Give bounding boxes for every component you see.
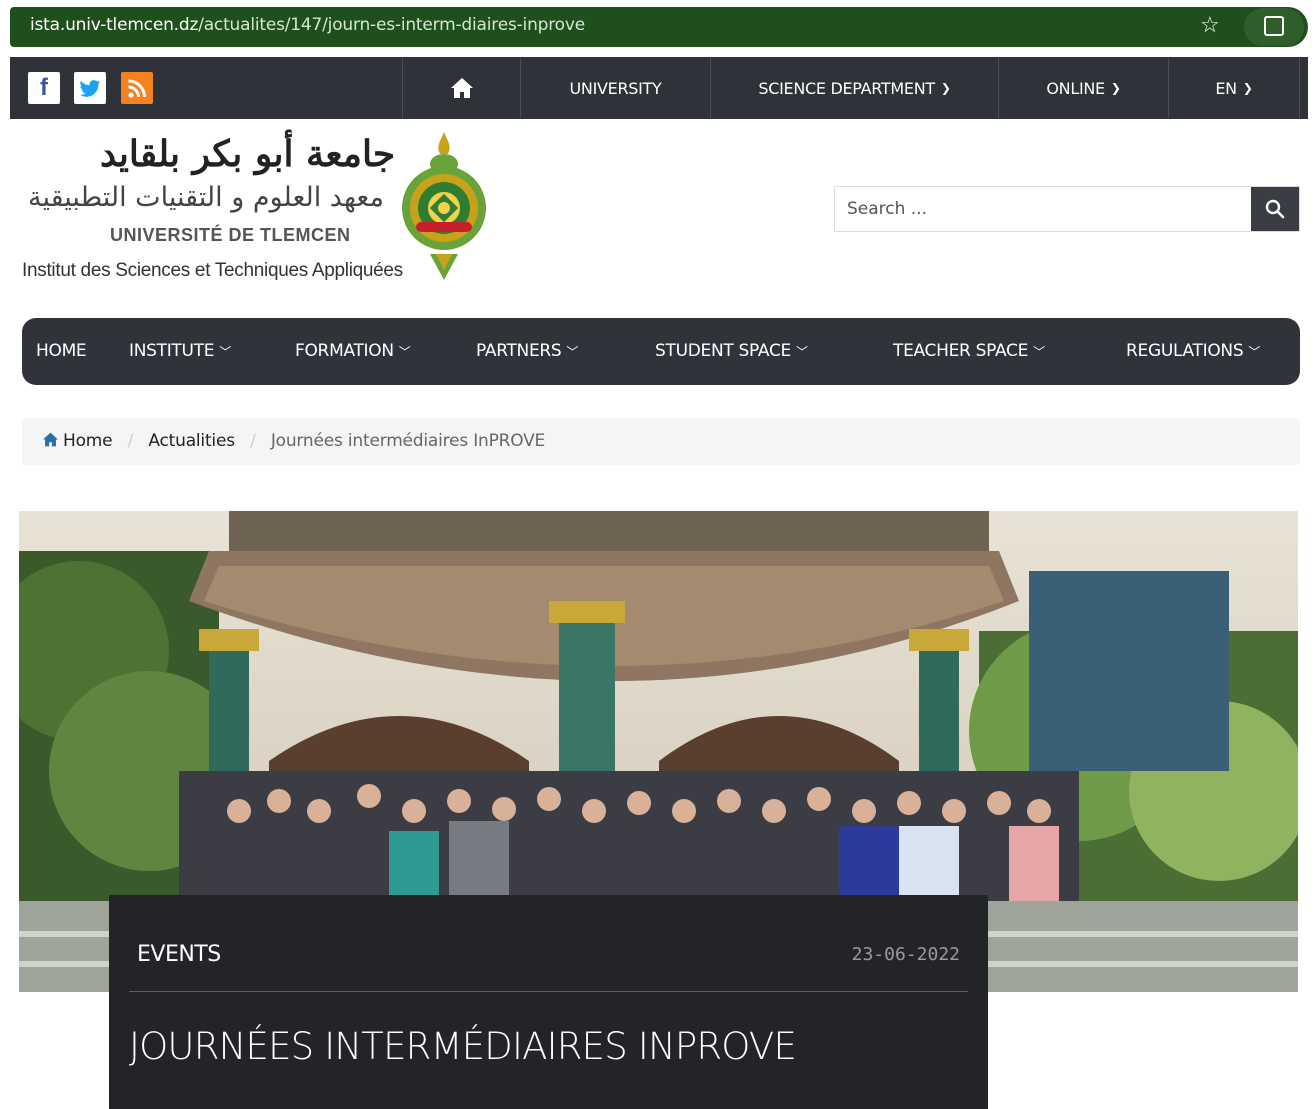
breadcrumb-section[interactable]: Actualities <box>148 431 235 451</box>
browser-address-bar: ista.univ-tlemcen.dz/actualites/147/jour… <box>0 0 1316 50</box>
nav-item-regulations[interactable]: REGULATIONS ﹀ <box>1126 318 1260 385</box>
top-nav-label: ONLINE <box>1046 78 1105 98</box>
home-icon <box>43 432 58 447</box>
top-nav-language[interactable]: EN ❯ <box>1168 57 1300 119</box>
nav-item-partners[interactable]: PARTNERS ﹀ <box>476 318 578 385</box>
search-input[interactable] <box>835 187 1251 231</box>
divider <box>129 991 968 992</box>
search-icon <box>1265 199 1285 219</box>
article-date: 23-06-2022 <box>851 944 960 965</box>
nav-item-formation[interactable]: FORMATION ﹀ <box>295 318 411 385</box>
twitter-icon[interactable] <box>74 72 106 104</box>
chevron-down-icon: ﹀ <box>398 345 411 359</box>
extensions-button[interactable] <box>1244 8 1304 46</box>
home-icon <box>450 78 473 98</box>
nav-item-label: HOME <box>36 341 87 361</box>
article-header-card: EVENTS 23-06-2022 JOURNÉES INTERMÉDIAIRE… <box>109 895 988 1109</box>
article-category[interactable]: EVENTS <box>137 942 221 967</box>
logo-arabic-title: جامعة أبو بكر بلقايد <box>100 133 396 175</box>
top-nav-label: EN <box>1215 78 1237 98</box>
article-title: JOURNÉES INTERMÉDIAIRES INPROVE <box>129 1025 797 1068</box>
chevron-down-icon: ﹀ <box>219 345 231 359</box>
top-nav-science-department[interactable]: SCIENCE DEPARTMENT ❯ <box>710 57 998 119</box>
nav-item-institute[interactable]: INSTITUTE ﹀ <box>129 318 231 385</box>
chevron-down-icon: ﹀ <box>566 345 579 359</box>
nav-item-label: TEACHER SPACE <box>893 341 1029 361</box>
logo-institute-name: Institut des Sciences et Techniques Appl… <box>22 260 403 281</box>
breadcrumb-separator: / <box>250 431 256 451</box>
search-button[interactable] <box>1251 187 1299 231</box>
top-nav-online[interactable]: ONLINE ❯ <box>998 57 1168 119</box>
top-nav-university[interactable]: UNIVERSITY <box>520 57 710 119</box>
facebook-icon[interactable]: f <box>28 72 60 104</box>
nav-item-label: STUDENT SPACE <box>655 341 791 361</box>
search-form <box>834 186 1300 232</box>
chevron-down-icon: ﹀ <box>1248 345 1261 359</box>
nav-item-home[interactable]: HOME <box>36 318 87 385</box>
rss-icon[interactable] <box>121 72 153 104</box>
nav-item-student-space[interactable]: STUDENT SPACE ﹀ <box>655 318 808 385</box>
university-emblem-icon <box>402 132 486 280</box>
extensions-puzzle-icon <box>1264 16 1284 36</box>
breadcrumb-current: Journées intermédiaires InPROVE <box>270 431 546 451</box>
chevron-down-icon: ❯ <box>1110 81 1121 95</box>
chevron-down-icon: ﹀ <box>1033 345 1045 359</box>
breadcrumb-home-label: Home <box>63 431 113 451</box>
nav-item-label: FORMATION <box>295 341 394 361</box>
breadcrumb: Home / Actualities / Journées intermédia… <box>22 418 1300 465</box>
top-bar: f UNIVERSITY SCIENCE DEPARTMENT ❯ ONLINE ❯… <box>10 57 1308 119</box>
top-nav-label: UNIVERSITY <box>569 78 662 98</box>
url-host: ista.univ-tlemcen.dz <box>30 15 199 35</box>
nav-item-teacher-space[interactable]: TEACHER SPACE ﹀ <box>893 318 1045 385</box>
logo-arabic-subtitle: معهد العلوم و التقنيات التطبيقية <box>28 182 384 213</box>
logo-university-name: UNIVERSITÉ DE TLEMCEN <box>110 225 351 245</box>
url-text[interactable]: ista.univ-tlemcen.dz/actualites/147/jour… <box>30 15 585 35</box>
chevron-down-icon: ﹀ <box>795 345 808 359</box>
bookmark-star-icon[interactable]: ☆ <box>1200 12 1220 38</box>
nav-item-label: PARTNERS <box>476 341 562 361</box>
chevron-down-icon: ❯ <box>940 81 951 95</box>
breadcrumb-separator: / <box>127 431 134 451</box>
breadcrumb-home[interactable]: Home <box>42 431 113 451</box>
nav-item-label: INSTITUTE <box>129 341 215 361</box>
nav-item-label: REGULATIONS <box>1126 341 1244 361</box>
chevron-down-icon: ❯ <box>1242 81 1253 95</box>
top-nav-home[interactable] <box>402 57 520 119</box>
url-path: /actualites/147/journ-es-interm-diaires-… <box>198 15 585 35</box>
main-navigation: HOME INSTITUTE ﹀ FORMATION ﹀ PARTNERS ﹀ STU… <box>22 318 1300 385</box>
top-nav-label: SCIENCE DEPARTMENT <box>758 78 935 98</box>
